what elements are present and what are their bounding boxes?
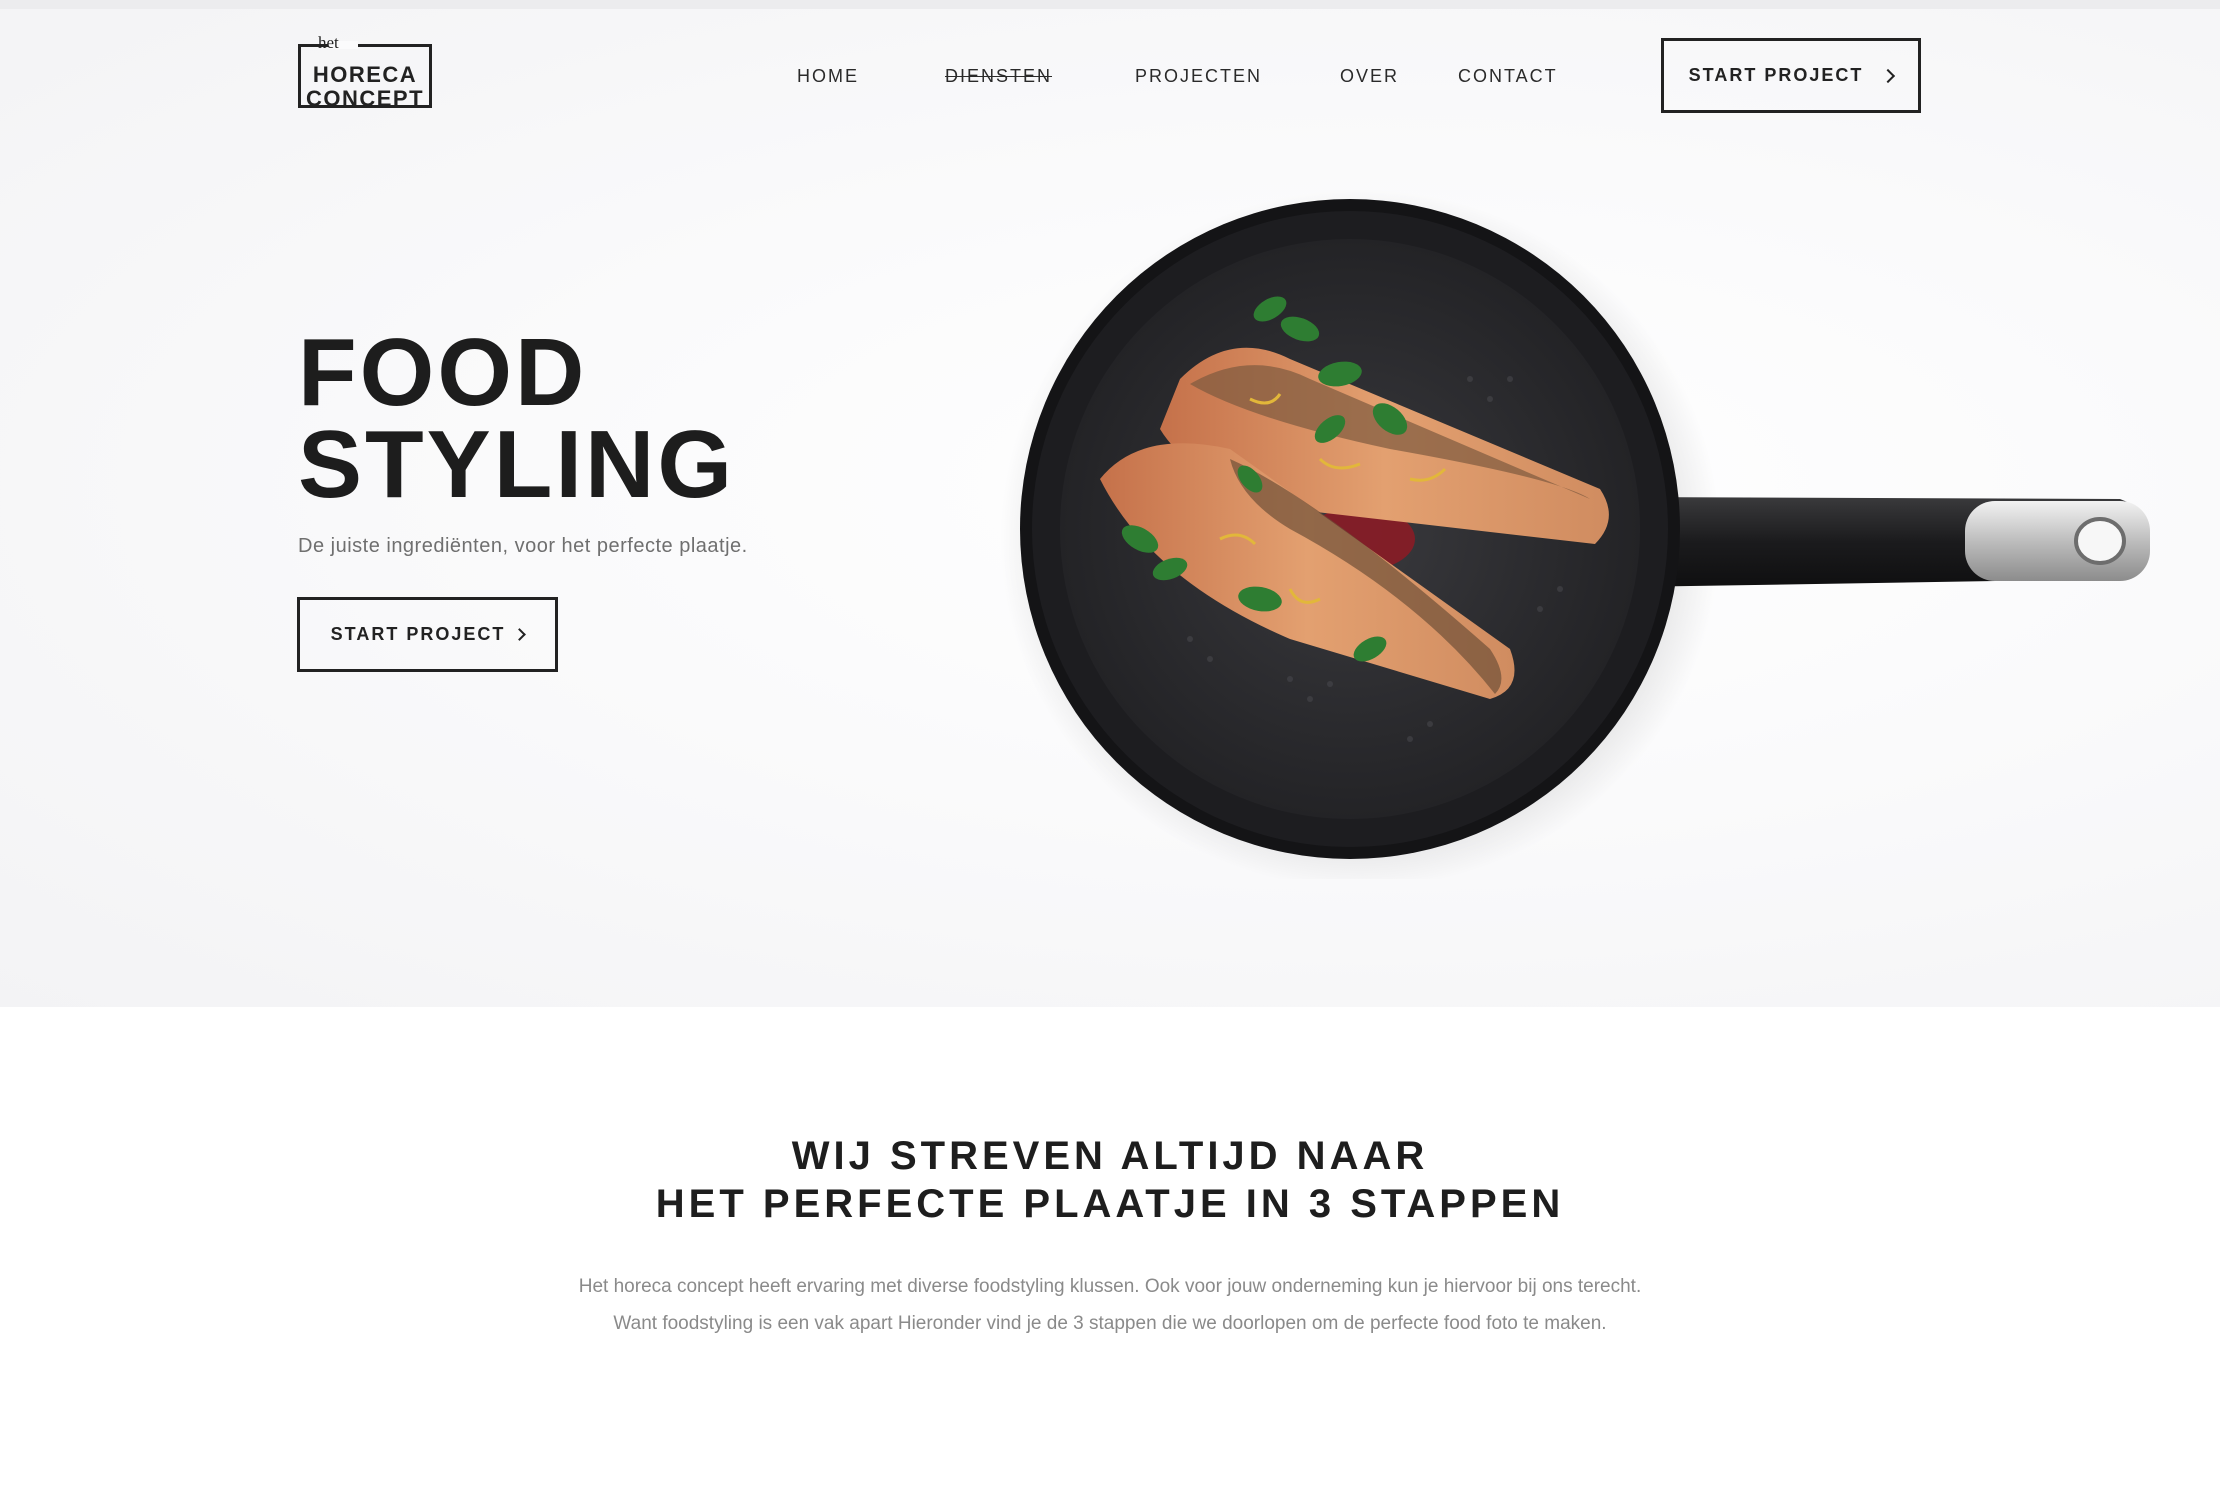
hero-title-line-1: FOOD — [298, 319, 588, 426]
logo-line-1: HORECA — [312, 62, 418, 87]
section-paragraph: Het horeca concept heeft ervaring met di… — [0, 1268, 2220, 1342]
logo[interactable]: het HORECA CONCEPT — [298, 33, 438, 113]
section-paragraph-line-1: Het horeca concept heeft ervaring met di… — [578, 1276, 1642, 1297]
hero-title-line-2: STYLING — [298, 411, 736, 518]
section-heading-line-1: WIJ STREVEN ALTIJD NAAR — [791, 1134, 1429, 1178]
section-heading-line-2: HET PERFECTE PLAATJE IN 3 STAPPEN — [655, 1182, 1565, 1226]
hero-section: het HORECA CONCEPT HOME DIENSTEN PROJECT… — [0, 9, 2220, 1007]
chevron-right-icon — [513, 628, 527, 641]
start-project-button-hero[interactable]: START PROJECT — [297, 597, 558, 672]
nav-item-home[interactable]: HOME — [797, 66, 859, 87]
section-paragraph-line-2: Want foodstyling is een vak apart Hieron… — [613, 1313, 1607, 1334]
nav-item-contact[interactable]: CONTACT — [1458, 66, 1558, 87]
hero-title: FOOD STYLING — [298, 319, 736, 518]
nav-item-projecten[interactable]: PROJECTEN — [1135, 66, 1262, 87]
start-project-button-header[interactable]: START PROJECT — [1661, 38, 1921, 113]
start-project-label: START PROJECT — [1688, 65, 1864, 85]
logo-line-2: CONCEPT — [305, 86, 425, 111]
start-project-label: START PROJECT — [330, 624, 506, 644]
section-heading: WIJ STREVEN ALTIJD NAAR HET PERFECTE PLA… — [0, 1132, 2220, 1228]
chevron-right-icon — [1881, 68, 1896, 83]
logo-small-text: het — [318, 33, 339, 52]
nav-item-diensten[interactable]: DIENSTEN — [945, 66, 1052, 87]
top-strip — [0, 0, 2220, 9]
nav-item-over[interactable]: OVER — [1340, 66, 1399, 87]
hero-image-pan-with-salmon — [990, 179, 2220, 879]
hero-subtitle: De juiste ingrediënten, voor het perfect… — [298, 535, 748, 557]
